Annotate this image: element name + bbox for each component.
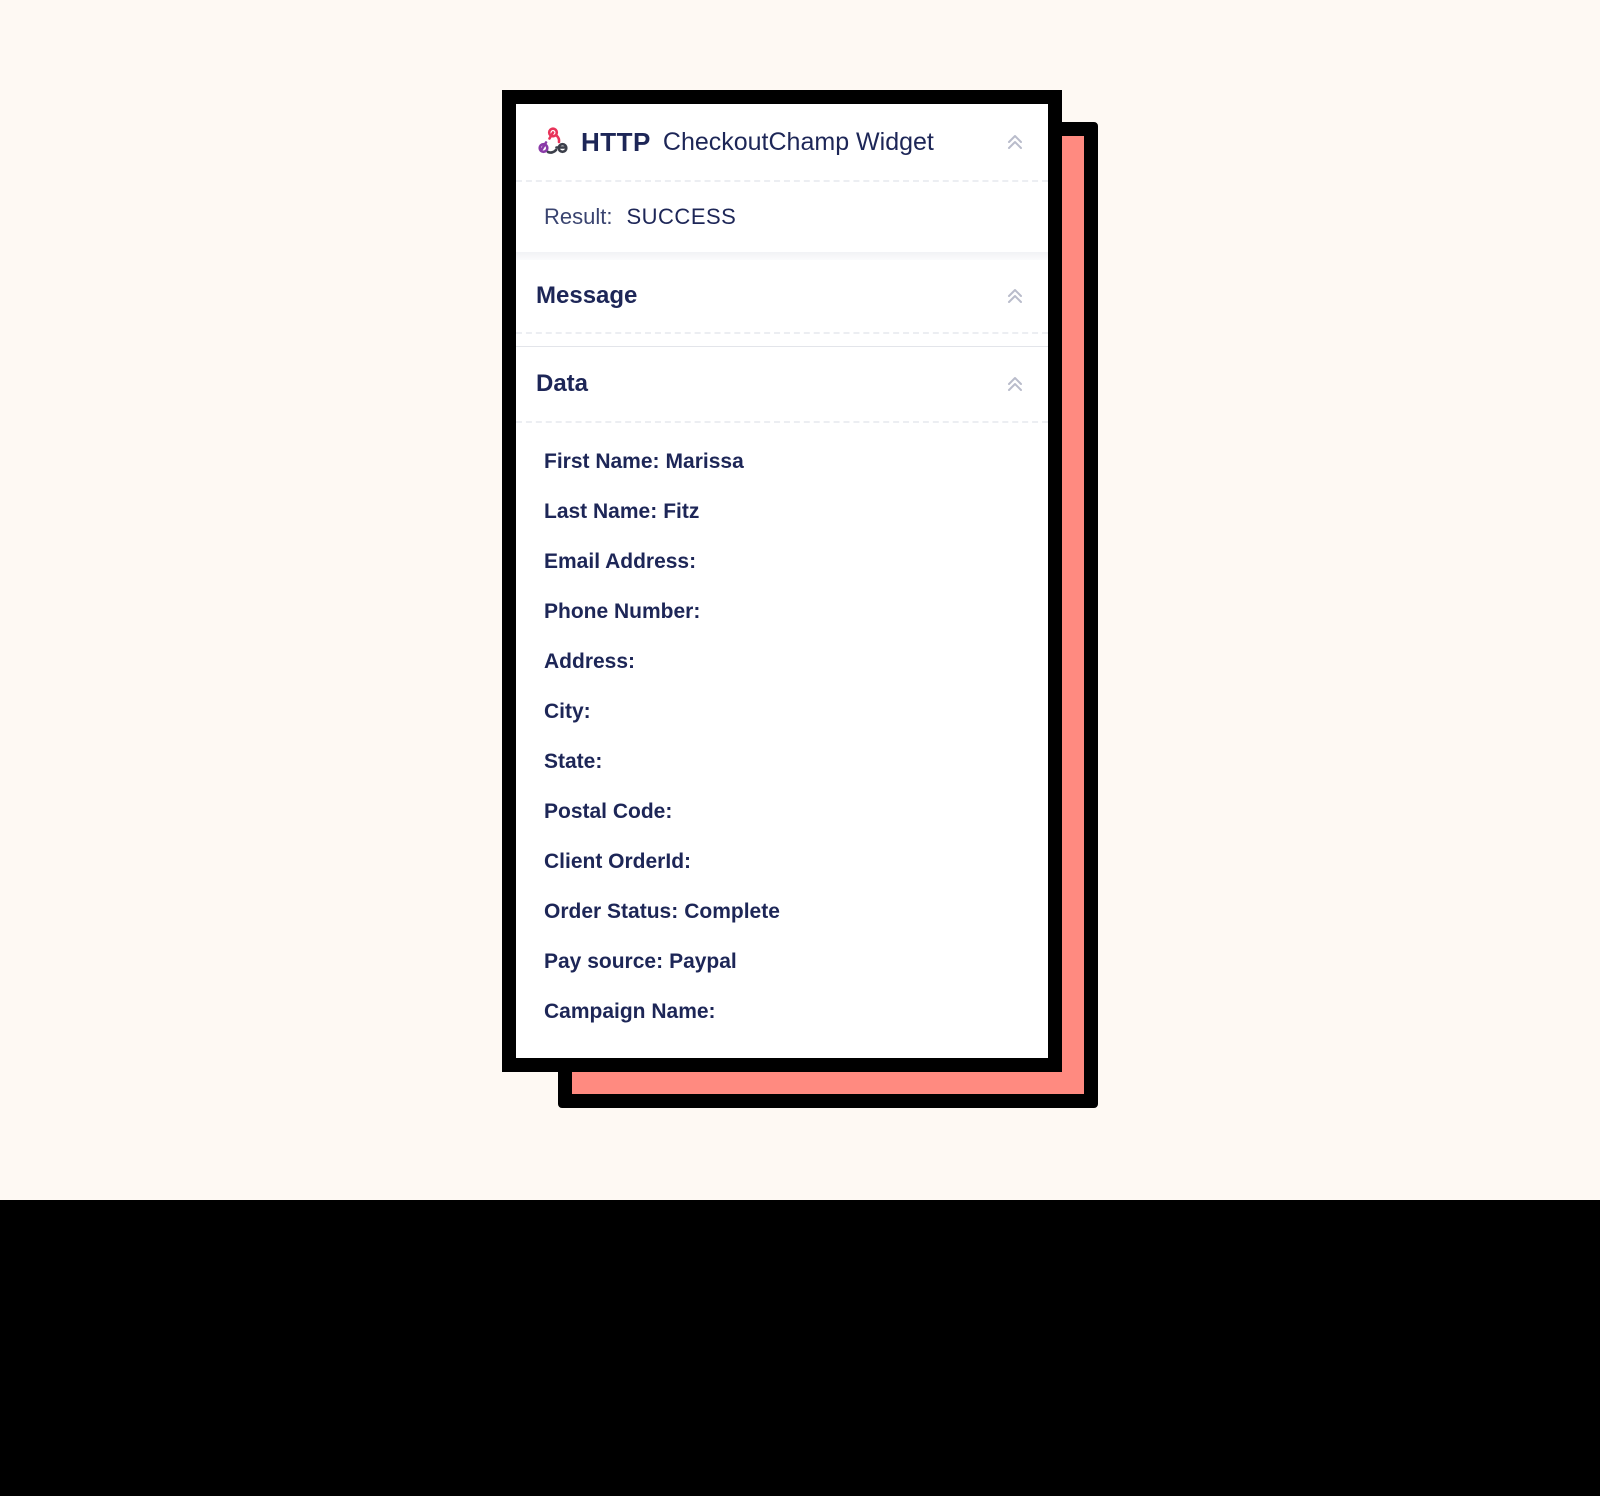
section-title-message: Message (536, 282, 638, 309)
protocol-label: HTTP (581, 126, 651, 157)
bottom-band (0, 1200, 1600, 1496)
field-label: Email Address: (544, 550, 697, 573)
section-header-message[interactable]: Message (516, 260, 1048, 334)
field-label: Address: (544, 650, 636, 673)
data-field-pay-source: Pay source: Paypal (544, 937, 1048, 987)
data-field-order-status: Order Status: Complete (544, 887, 1048, 937)
data-field-list: First Name: Marissa Last Name: Fitz Emai… (516, 423, 1048, 1037)
field-label: State: (544, 750, 603, 773)
collapse-message-button[interactable] (1002, 283, 1028, 309)
field-label: Order Status: (544, 900, 679, 923)
double-chevron-up-icon (1008, 135, 1022, 149)
data-field-campaign-name: Campaign Name: (544, 987, 1048, 1037)
data-field-client-order-id: Client OrderId: (544, 837, 1048, 887)
data-field-postal-code: Postal Code: (544, 787, 1048, 837)
field-label: Campaign Name: (544, 1000, 716, 1023)
data-field-city: City: (544, 687, 1048, 737)
field-label: First Name: (544, 450, 660, 473)
widget-card: HTTP CheckoutChamp Widget Result: SUCCES… (502, 90, 1062, 1072)
field-value: Complete (684, 900, 780, 923)
result-row: Result: SUCCESS (516, 182, 1048, 252)
double-chevron-up-icon (1008, 289, 1022, 303)
result-value: SUCCESS (626, 204, 737, 229)
section-title-data: Data (536, 370, 589, 397)
field-label: Phone Number: (544, 600, 701, 623)
field-value: Paypal (669, 950, 737, 973)
collapse-widget-button[interactable] (1002, 129, 1028, 155)
data-field-address: Address: (544, 637, 1048, 687)
field-label: Postal Code: (544, 800, 673, 823)
collapse-data-button[interactable] (1002, 371, 1028, 397)
field-label: City: (544, 700, 591, 723)
result-label: Result: (544, 204, 613, 229)
data-field-phone-number: Phone Number: (544, 587, 1048, 637)
message-body (516, 334, 1048, 347)
field-label: Client OrderId: (544, 850, 692, 873)
data-field-last-name: Last Name: Fitz (544, 487, 1048, 537)
double-chevron-up-icon (1008, 377, 1022, 391)
section-header-data[interactable]: Data (516, 347, 1048, 423)
data-field-first-name: First Name: Marissa (544, 437, 1048, 487)
data-field-email-address: Email Address: (544, 537, 1048, 587)
field-label: Last Name: (544, 500, 658, 523)
field-value: Fitz (663, 500, 700, 523)
field-value: Marissa (665, 450, 744, 473)
section-divider (516, 252, 1048, 260)
field-label: Pay source: (544, 950, 664, 973)
webhook-icon (537, 126, 569, 158)
widget-title: CheckoutChamp Widget (662, 127, 934, 156)
widget-header[interactable]: HTTP CheckoutChamp Widget (516, 104, 1048, 182)
data-field-state: State: (544, 737, 1048, 787)
